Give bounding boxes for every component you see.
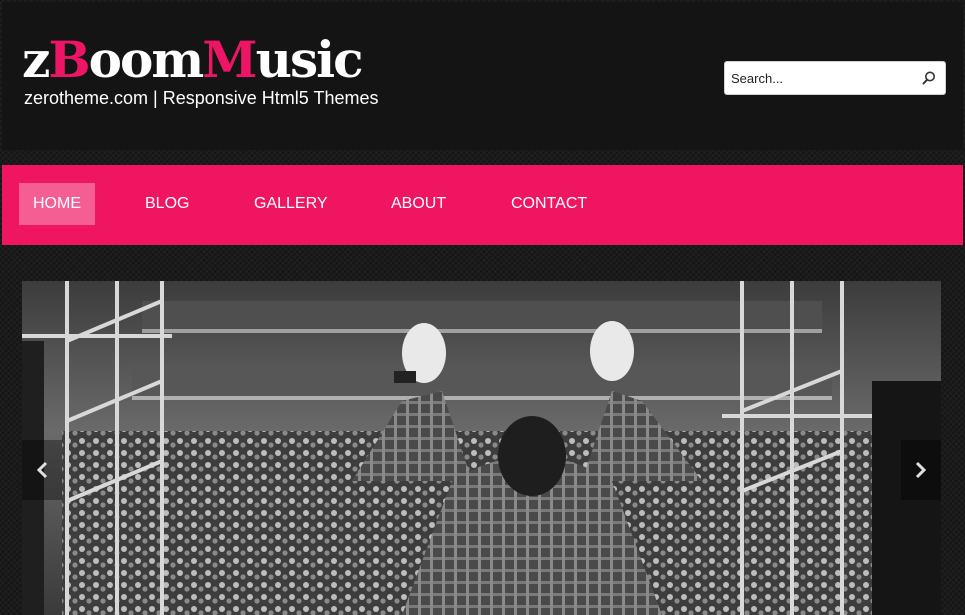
search-box bbox=[724, 61, 946, 95]
slider-prev-button[interactable] bbox=[22, 440, 62, 500]
nav-item-blog[interactable]: BLOG bbox=[131, 183, 203, 225]
search-icon[interactable] bbox=[921, 70, 937, 86]
logo-letter-z: z bbox=[22, 30, 50, 89]
search-input[interactable] bbox=[725, 62, 915, 94]
nav-item-home[interactable]: HOME bbox=[19, 183, 95, 225]
hero-slider[interactable] bbox=[22, 281, 941, 615]
logo-letter-b: B bbox=[48, 30, 90, 89]
slider-next-button[interactable] bbox=[901, 440, 941, 500]
logo-text-usic: usic bbox=[255, 30, 364, 89]
site-logo[interactable]: zBoomMusic bbox=[22, 30, 364, 89]
concert-photo bbox=[22, 281, 941, 615]
main-nav: HOME BLOG GALLERY ABOUT CONTACT bbox=[2, 165, 963, 245]
nav-item-contact[interactable]: CONTACT bbox=[497, 183, 601, 225]
chevron-right-icon bbox=[915, 461, 927, 479]
site-tagline: zerotheme.com | Responsive Html5 Themes bbox=[24, 88, 379, 108]
nav-item-gallery[interactable]: GALLERY bbox=[240, 183, 342, 225]
site-header: zBoomMusic zerotheme.com | Responsive Ht… bbox=[2, 2, 963, 150]
logo-letter-m: M bbox=[202, 30, 257, 89]
chevron-left-icon bbox=[36, 461, 48, 479]
logo-text-oom: oom bbox=[88, 30, 205, 89]
nav-item-about[interactable]: ABOUT bbox=[377, 183, 460, 225]
